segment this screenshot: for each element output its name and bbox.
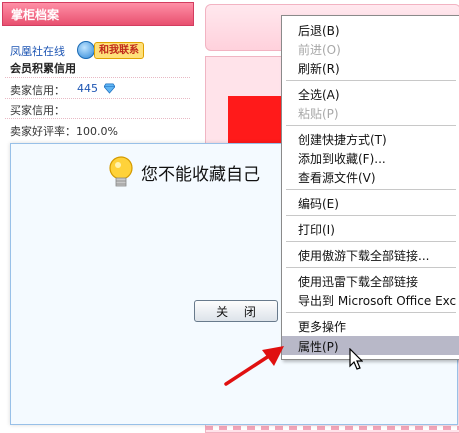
menu-separator [286,189,456,190]
panel-header: 掌柜档案 [2,2,194,26]
seller-credit-label: 卖家信用： [10,84,65,97]
menu-item-back[interactable]: 后退(B) [282,20,459,39]
red-arrow-icon [224,346,284,386]
positive-rate-label: 卖家好评率：100.0% [10,125,118,138]
menu-separator [286,125,456,126]
menu-item-add-favorite[interactable]: 添加到收藏(F)... [282,148,459,167]
menu-separator [286,80,456,81]
menu-separator [286,215,456,216]
divider [5,77,190,78]
diamond-icon [104,83,115,94]
decorative-border [205,426,459,430]
chat-icon[interactable] [77,41,95,59]
menu-item-paste[interactable]: 粘贴(P) [282,103,459,122]
context-menu: 后退(B) 前进(O) 刷新(R) 全选(A) 粘贴(P) 创建快捷方式(T) … [281,15,459,360]
mouse-cursor-icon [349,348,363,370]
menu-item-refresh[interactable]: 刷新(R) [282,58,459,77]
contact-seller-button[interactable]: 和我联系 [94,42,144,59]
close-button[interactable]: 关 闭 [194,300,278,322]
menu-item-forward[interactable]: 前进(O) [282,39,459,58]
menu-item-encoding[interactable]: 编码(E) [282,193,459,212]
divider [5,98,190,99]
shop-name-link[interactable]: 凤凰社在线 [10,43,65,59]
buyer-credit-label: 买家信用： [10,104,65,117]
panel-title: 掌柜档案 [11,8,60,22]
divider [5,118,190,119]
menu-item-export-office[interactable]: 导出到 Microsoft Office Exc [282,290,459,309]
menu-separator [286,241,456,242]
menu-separator [286,267,456,268]
menu-item-print[interactable]: 打印(I) [282,219,459,238]
menu-item-select-all[interactable]: 全选(A) [282,84,459,103]
lightbulb-icon [109,156,133,187]
menu-item-create-shortcut[interactable]: 创建快捷方式(T) [282,129,459,148]
menu-item-view-source[interactable]: 查看源文件(V) [282,167,459,186]
menu-item-thunder-download[interactable]: 使用迅雷下载全部链接 [282,271,459,290]
alert-message: 您不能收藏自己 [141,165,260,185]
seller-credit-value[interactable]: 445 [77,82,98,95]
menu-item-maxthon-download[interactable]: 使用傲游下载全部链接... [282,245,459,264]
menu-item-properties[interactable]: 属性(P) [282,336,459,355]
credit-heading: 会员积累信用 [10,62,76,75]
menu-item-more-actions[interactable]: 更多操作 [282,316,459,335]
menu-separator [286,312,456,313]
